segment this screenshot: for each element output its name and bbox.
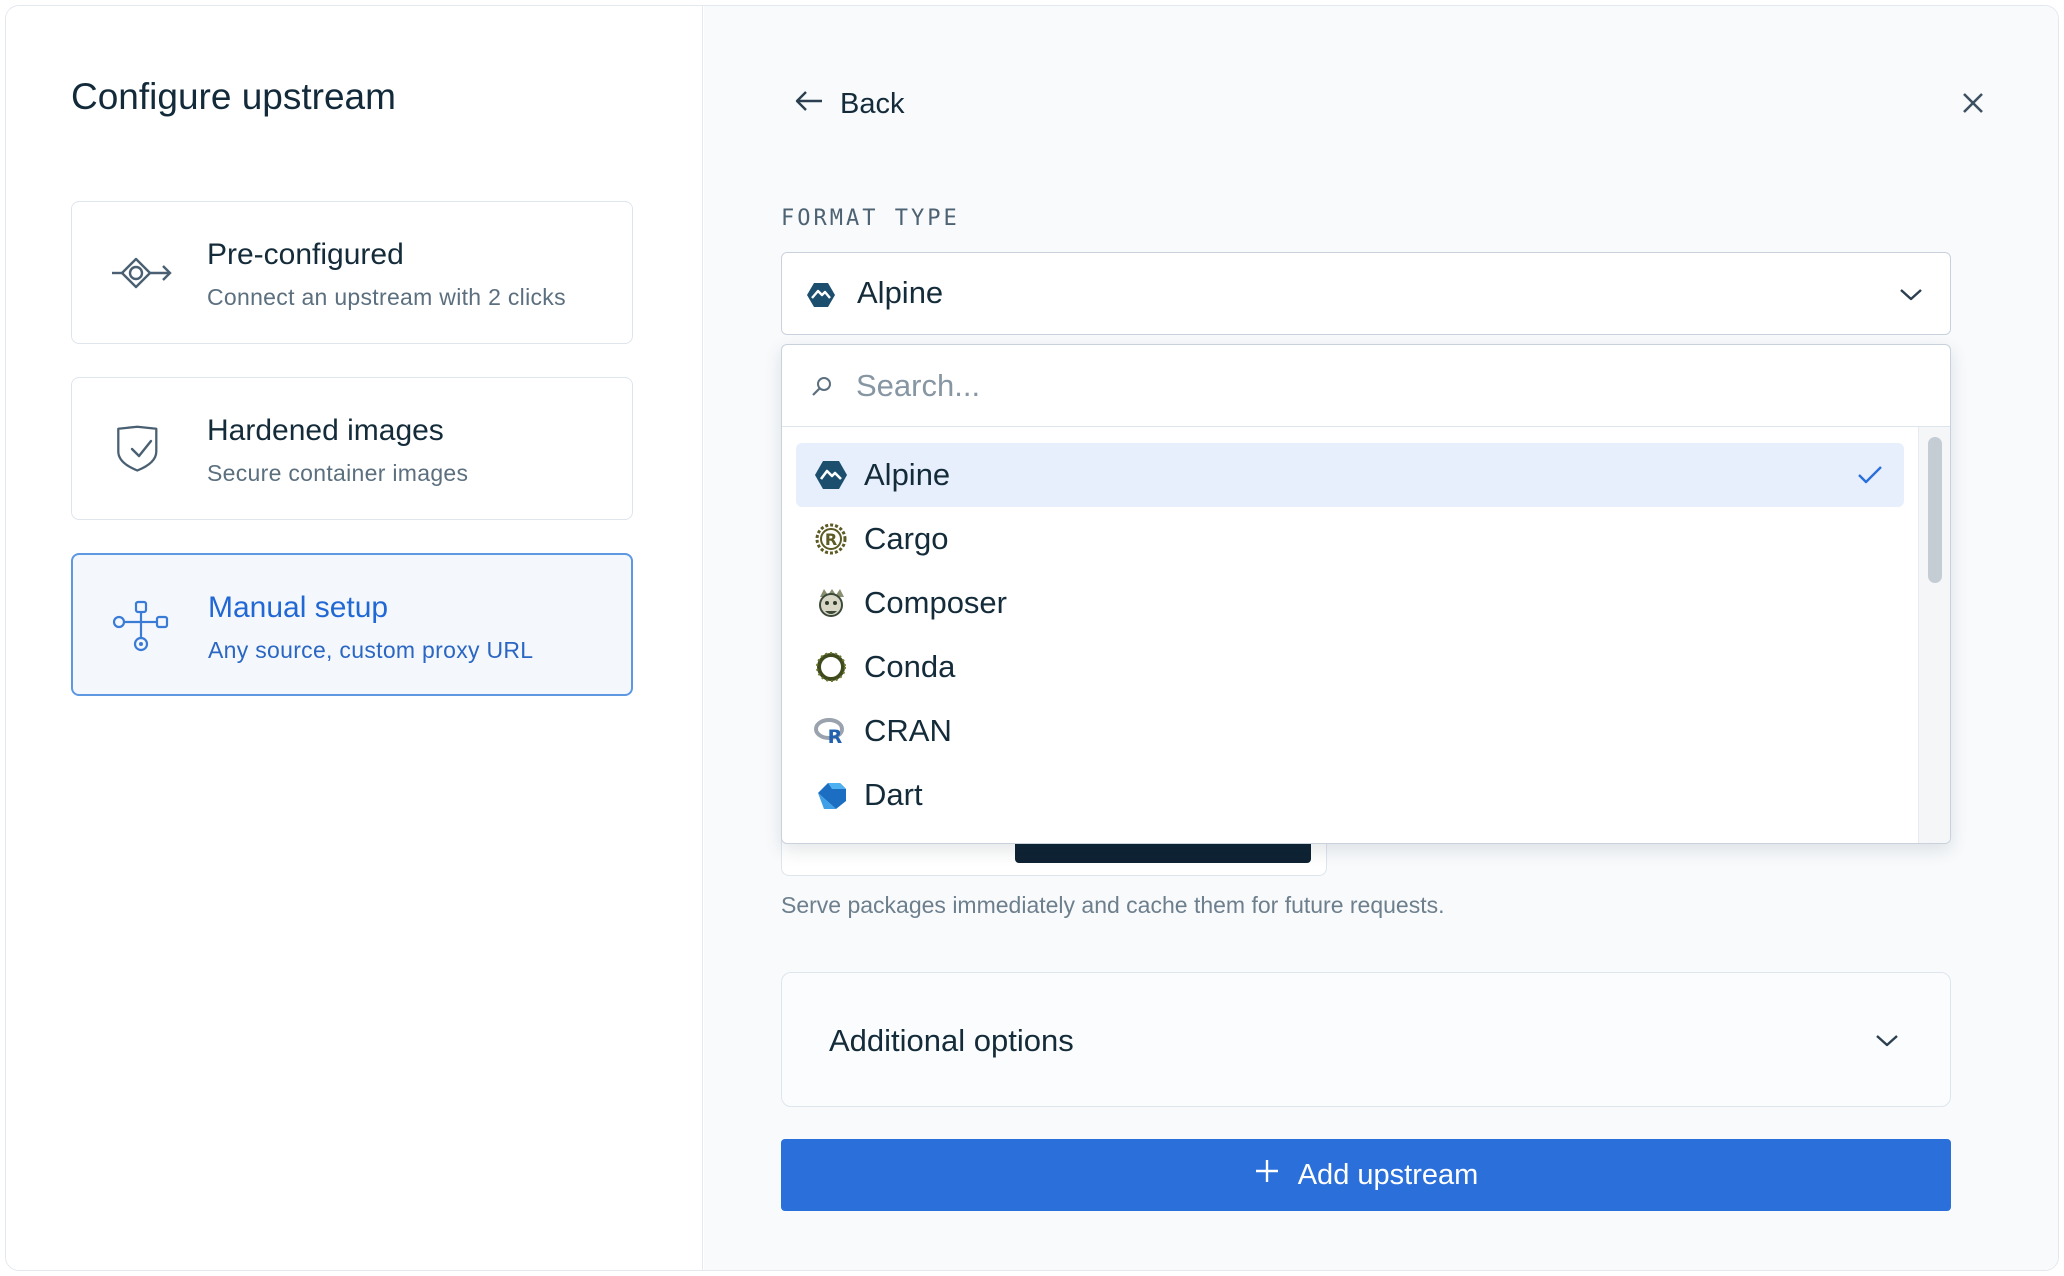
format-type-label: FORMAT TYPE bbox=[781, 206, 960, 231]
dropdown-search bbox=[782, 345, 1950, 427]
selected-format-value: Alpine bbox=[857, 275, 944, 310]
cargo-icon: R bbox=[814, 523, 848, 555]
alpine-icon bbox=[814, 459, 848, 491]
conda-icon bbox=[814, 651, 848, 683]
list-item-cargo[interactable]: R Cargo bbox=[796, 507, 1904, 571]
dart-icon bbox=[814, 779, 848, 811]
list-item-alpine[interactable]: Alpine bbox=[796, 443, 1904, 507]
configure-upstream-modal: Configure upstream Pre-configured Connec… bbox=[5, 5, 2059, 1271]
cran-icon: R bbox=[814, 715, 848, 748]
list-item-label: Cargo bbox=[864, 521, 949, 556]
list-item-label: CRAN bbox=[864, 713, 952, 748]
option-subtitle: Connect an upstream with 2 clicks bbox=[207, 284, 566, 310]
option-manual-setup[interactable]: Manual setup Any source, custom proxy UR… bbox=[71, 553, 633, 696]
additional-options-accordion[interactable]: Additional options bbox=[781, 972, 1951, 1107]
add-upstream-button[interactable]: Add upstream bbox=[781, 1139, 1951, 1211]
composer-icon bbox=[814, 587, 848, 619]
check-icon bbox=[1856, 463, 1884, 487]
left-pane: Configure upstream Pre-configured Connec… bbox=[6, 6, 703, 1270]
list-item-dart[interactable]: Dart bbox=[796, 763, 1904, 827]
format-dropdown: Alpine R Cargo bbox=[781, 344, 1951, 844]
caching-helper-text: Serve packages immediately and cache the… bbox=[781, 892, 1445, 918]
add-upstream-label: Add upstream bbox=[1297, 1158, 1479, 1191]
option-title: Hardened images bbox=[207, 414, 444, 447]
option-preconfigured[interactable]: Pre-configured Connect an upstream with … bbox=[71, 201, 633, 344]
format-list: Alpine R Cargo Composer Conda R CRAN Dar… bbox=[796, 443, 1904, 827]
list-item-conda[interactable]: Conda bbox=[796, 635, 1904, 699]
preconfigured-icon bbox=[110, 247, 172, 299]
option-hardened-images[interactable]: Hardened images Secure container images bbox=[71, 377, 633, 520]
arrow-left-icon bbox=[794, 88, 824, 121]
close-icon[interactable] bbox=[1958, 88, 1988, 118]
format-type-select[interactable]: Alpine bbox=[781, 252, 1951, 335]
dropdown-scrollbar[interactable] bbox=[1918, 427, 1950, 843]
back-label: Back bbox=[840, 87, 905, 120]
right-pane: Back FORMAT TYPE Alpine Serve packages i… bbox=[704, 6, 2058, 1270]
option-title: Pre-configured bbox=[207, 238, 404, 271]
list-item-cran[interactable]: R CRAN bbox=[796, 699, 1904, 763]
chevron-down-icon bbox=[1874, 1029, 1900, 1051]
scrollbar-thumb[interactable] bbox=[1928, 437, 1942, 583]
alpine-icon bbox=[806, 281, 836, 309]
shield-check-icon bbox=[110, 423, 172, 475]
option-subtitle: Secure container images bbox=[207, 460, 469, 486]
search-input[interactable] bbox=[856, 361, 1916, 411]
svg-text:R: R bbox=[828, 726, 843, 747]
svg-text:R: R bbox=[825, 530, 837, 549]
additional-options-label: Additional options bbox=[829, 1023, 1074, 1058]
list-item-composer[interactable]: Composer bbox=[796, 571, 1904, 635]
list-item-label: Alpine bbox=[864, 457, 951, 492]
page-title: Configure upstream bbox=[71, 76, 396, 117]
list-item-label: Dart bbox=[864, 777, 923, 812]
list-item-label: Conda bbox=[864, 649, 956, 684]
chevron-down-icon bbox=[1898, 283, 1924, 305]
option-subtitle: Any source, custom proxy URL bbox=[208, 637, 534, 663]
network-nodes-icon bbox=[111, 600, 173, 652]
list-item-label: Composer bbox=[864, 585, 1007, 620]
back-button[interactable]: Back bbox=[794, 82, 904, 126]
plus-icon bbox=[1254, 1158, 1280, 1192]
option-title: Manual setup bbox=[208, 591, 389, 624]
search-icon bbox=[810, 374, 834, 398]
